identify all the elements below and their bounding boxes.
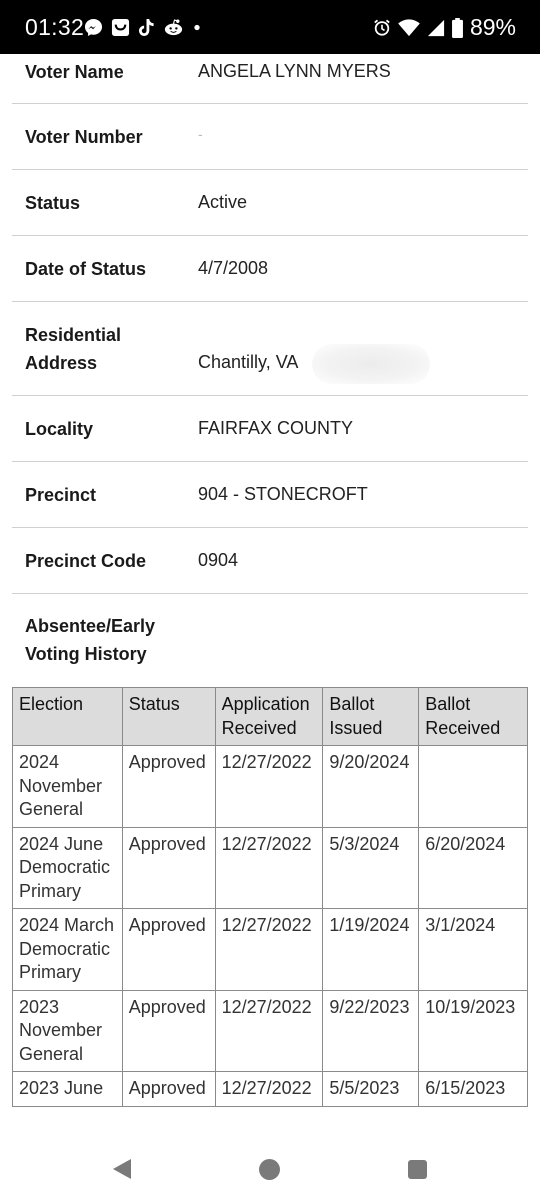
voter-name-value: ANGELA LYNN MYERS — [198, 61, 391, 81]
date-of-status-label: Date of Status — [25, 259, 147, 279]
inbox-icon — [111, 18, 130, 36]
cell-status: Approved — [121, 1071, 216, 1107]
info-row-voter-number: Voter Number - — [12, 104, 528, 170]
battery-icon — [451, 17, 463, 38]
info-row-residential-address: Residential Address Chantilly, VA — [12, 302, 528, 396]
locality-value: FAIRFAX COUNTY — [198, 418, 354, 438]
recents-button[interactable] — [408, 1160, 427, 1179]
info-row-precinct-code: Precinct Code 0904 — [12, 528, 528, 594]
cell-application-received: 12/27/2022 — [214, 989, 324, 1072]
battery-percent: 89% — [469, 14, 516, 40]
status-label: Status — [25, 193, 81, 213]
table-row: 2024 November General Approved 12/27/202… — [12, 745, 528, 828]
cell-ballot-issued: 5/5/2023 — [322, 1071, 420, 1107]
cell-ballot-received: 6/15/2023 — [418, 1071, 528, 1107]
wifi-icon — [398, 18, 420, 36]
cell-status: Approved — [121, 745, 216, 828]
cell-election: 2023 June — [12, 1071, 123, 1107]
info-row-date-of-status: Date of Status 4/7/2008 — [12, 236, 528, 302]
residential-address-label: Residential Address — [25, 325, 122, 373]
info-row-locality: Locality FAIRFAX COUNTY — [12, 396, 528, 462]
precinct-label: Precinct — [25, 485, 97, 505]
column-header-ballot-received: Ballot Received — [418, 687, 528, 746]
cell-application-received: 12/27/2022 — [214, 1071, 324, 1107]
cell-election: 2024 March Democratic Primary — [12, 908, 123, 991]
cell-ballot-issued: 5/3/2024 — [322, 826, 420, 909]
table-row: 2024 March Democratic Primary Approved 1… — [12, 908, 528, 991]
cell-election: 2023 November General — [12, 989, 123, 1072]
status-value: Active — [198, 192, 248, 212]
cell-ballot-issued: 9/22/2023 — [322, 989, 420, 1072]
system-icons: 89% — [373, 14, 516, 41]
cell-status: Approved — [121, 989, 216, 1072]
reddit-icon — [164, 19, 183, 36]
voting-history-title: Absentee/Early Voting History — [25, 616, 156, 664]
cell-election: 2024 June Democratic Primary — [12, 826, 123, 909]
info-row-precinct: Precinct 904 - STONECROFT — [12, 462, 528, 528]
home-button[interactable] — [259, 1159, 280, 1180]
cell-ballot-received: 3/1/2024 — [418, 908, 528, 991]
table-row: 2023 June Approved 12/27/2022 5/5/2023 6… — [12, 1071, 528, 1107]
info-row-voter-name: Voter Name ANGELA LYNN MYERS — [12, 54, 528, 104]
voter-number-label: Voter Number — [25, 127, 143, 147]
info-row-status: Status Active — [12, 170, 528, 236]
locality-label: Locality — [25, 419, 94, 439]
voting-history-table: Election Status Application Received Bal… — [12, 687, 528, 1107]
cell-ballot-issued: 9/20/2024 — [322, 745, 420, 828]
table-row: 2024 June Democratic Primary Approved 12… — [12, 826, 528, 909]
precinct-code-value: 0904 — [198, 550, 239, 570]
cell-election: 2024 November General — [12, 745, 123, 828]
column-header-status: Status — [121, 687, 216, 746]
column-header-election: Election — [12, 687, 123, 746]
tiktok-icon — [138, 18, 154, 36]
cell-status: Approved — [121, 908, 216, 991]
cell-ballot-received — [418, 745, 528, 828]
voter-number-value: - — [198, 126, 203, 142]
status-bar: 01:32 89% — [0, 0, 540, 54]
redacted-address — [312, 344, 430, 384]
voter-record-page: Voter Name ANGELA LYNN MYERS Voter Numbe… — [0, 54, 540, 1140]
cell-status: Approved — [121, 826, 216, 909]
precinct-code-label: Precinct Code — [25, 551, 147, 571]
column-header-application-received: Application Received — [214, 687, 324, 746]
cell-ballot-received: 6/20/2024 — [418, 826, 528, 909]
messenger-icon — [84, 18, 103, 36]
notification-icons — [84, 17, 202, 37]
dot-icon — [194, 24, 200, 30]
alarm-icon — [374, 19, 390, 36]
date-of-status-value: 4/7/2008 — [198, 258, 269, 278]
column-header-ballot-issued: Ballot Issued — [322, 687, 420, 746]
cell-application-received: 12/27/2022 — [214, 908, 324, 991]
cell-application-received: 12/27/2022 — [214, 745, 324, 828]
table-header-row: Election Status Application Received Bal… — [12, 687, 528, 746]
table-row: 2023 November General Approved 12/27/202… — [12, 989, 528, 1072]
residential-address-value: Chantilly, VA — [198, 352, 299, 372]
signal-icon — [427, 19, 445, 36]
back-button[interactable] — [113, 1159, 131, 1179]
cell-ballot-issued: 1/19/2024 — [322, 908, 420, 991]
clock: 01:32 — [25, 14, 85, 40]
voter-name-label: Voter Name — [25, 62, 124, 82]
precinct-value: 904 - STONECROFT — [198, 484, 368, 504]
cell-ballot-received: 10/19/2023 — [418, 989, 528, 1072]
cell-application-received: 12/27/2022 — [214, 826, 324, 909]
